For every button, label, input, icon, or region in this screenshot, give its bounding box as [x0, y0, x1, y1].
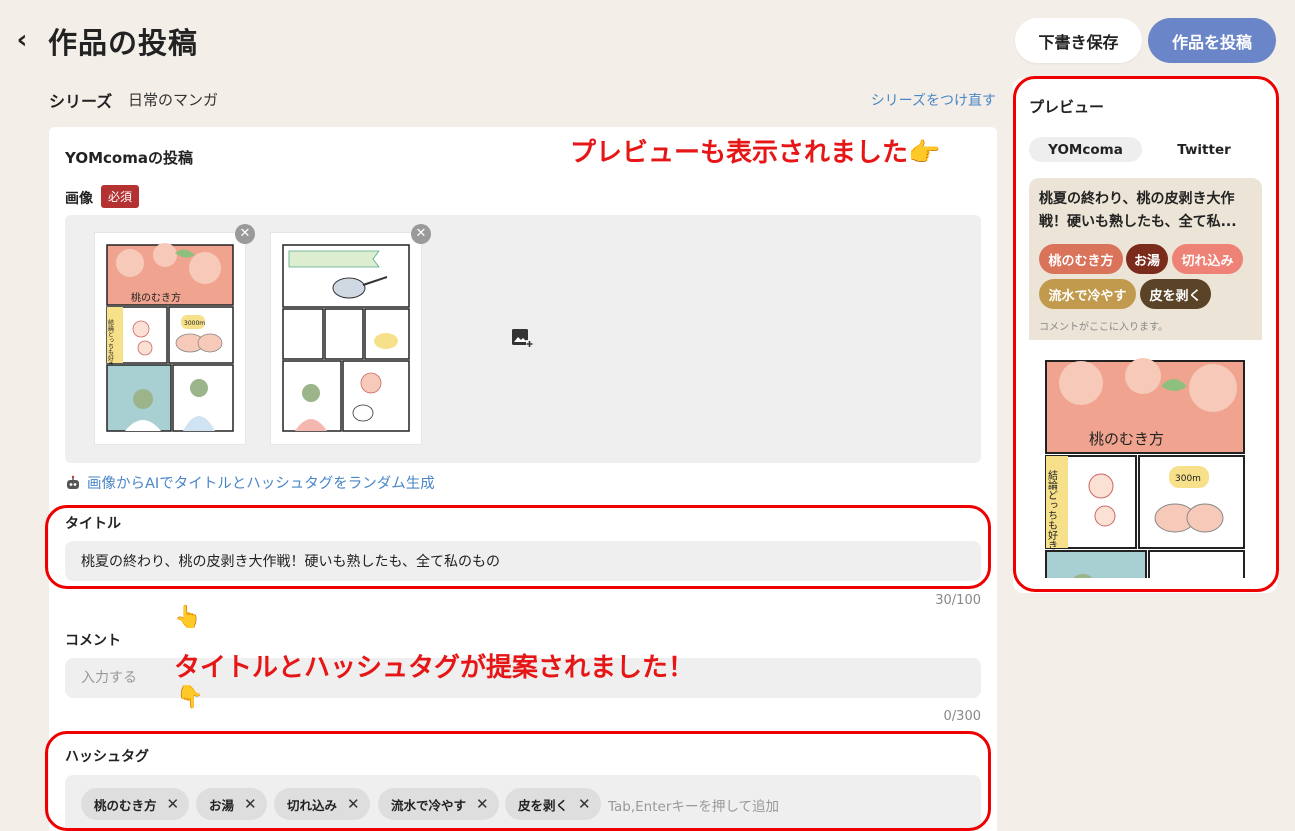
series-label: シリーズ — [49, 92, 113, 111]
preview-text: 桃夏の終わり、桃の皮剥き大作戦！硬いも熟したも、全て私... — [1039, 191, 1237, 230]
hashtag-chip-label: お湯 — [209, 797, 235, 813]
image-upload-area[interactable]: 桃のむき方 結論どっちも好き 3000m ✕ ✕ — [65, 215, 981, 463]
preview-tag: 流水で冷やす — [1039, 279, 1136, 309]
chevron-left-icon: ‹ — [16, 25, 28, 55]
image-label: 画像 — [65, 191, 93, 207]
preview-tag: 桃のむき方 — [1039, 244, 1123, 274]
close-icon: ✕ — [239, 226, 251, 241]
thumb1-title: 桃のむき方 — [131, 291, 181, 304]
card-title: YOMcomaの投稿 — [65, 149, 193, 167]
hashtag-chip: 流水で冷やす ✕ — [378, 788, 499, 820]
series-value: 日常のマンガ — [128, 91, 219, 109]
preview-annotation-text: プレビューも表示されました👉 — [570, 138, 941, 168]
preview-image-note: 300m — [1175, 474, 1201, 484]
ai-generate-link[interactable]: 画像からAIでタイトルとハッシュタグをランダム生成 — [65, 472, 435, 493]
hashtag-chip: 桃のむき方 ✕ — [81, 788, 190, 820]
ai-generate-label: 画像からAIでタイトルとハッシュタグをランダム生成 — [87, 476, 435, 492]
robot-icon — [67, 475, 79, 489]
pointing-up-icon: 👆 — [174, 605, 202, 630]
required-badge: 必須 — [101, 185, 140, 208]
hashtag-input-area[interactable]: 桃のむき方 ✕ お湯 ✕ 切れ込み ✕ 流水で冷やす ✕ 皮を剥く ✕ Tab,… — [65, 775, 981, 831]
close-icon[interactable]: ✕ — [347, 795, 360, 813]
page-title: 作品の投稿 — [48, 26, 199, 60]
title-label: タイトル — [65, 516, 121, 532]
comment-char-count: 0/300 — [943, 709, 981, 724]
add-image-icon[interactable] — [511, 327, 533, 349]
hashtag-chip: 皮を剥く ✕ — [505, 788, 601, 820]
preview-comment-placeholder: コメントがここに入ります。 — [1039, 322, 1168, 333]
remove-image-2-button[interactable]: ✕ — [411, 224, 431, 244]
hashtag-chip-label: 切れ込み — [287, 797, 338, 813]
hashtag-chip-label: 皮を剥く — [518, 797, 569, 813]
back-button[interactable]: ‹ — [10, 25, 34, 55]
close-icon: ✕ — [415, 226, 427, 241]
hashtag-chip-label: 桃のむき方 — [94, 797, 157, 813]
close-icon[interactable]: ✕ — [244, 795, 257, 813]
close-icon[interactable]: ✕ — [476, 795, 489, 813]
remove-image-1-button[interactable]: ✕ — [235, 224, 255, 244]
preview-tag: 皮を剥く — [1140, 279, 1211, 309]
post-form-card: YOMcomaの投稿 画像 必須 桃のむき方 結論どっちも好き 3000m ✕ … — [49, 127, 997, 831]
suggest-annotation-text: タイトルとハッシュタグが提案されました！ — [174, 653, 695, 683]
preview-tag: 切れ込み — [1172, 244, 1243, 274]
tab-yomcoma[interactable]: YOMcoma — [1029, 137, 1142, 162]
manga-thumbnail-1[interactable]: 桃のむき方 結論どっちも好き 3000m — [95, 233, 245, 444]
hashtag-chip-label: 流水で冷やす — [391, 797, 467, 813]
hashtag-placeholder[interactable]: Tab,Enterキーを押して追加 — [608, 795, 779, 815]
preview-panel: プレビュー YOMcoma Twitter 桃夏の終わり、桃の皮剥き大作戦！硬い… — [1013, 78, 1277, 593]
preview-tag: お湯 — [1126, 244, 1168, 274]
manga-page-image-preview: 桃のむき方 結論どっちも好き 300m — [1043, 358, 1247, 578]
preview-manga-image: 桃のむき方 結論どっちも好き 300m — [1043, 358, 1247, 578]
title-char-count: 30/100 — [935, 593, 981, 608]
reassign-series-link[interactable]: シリーズをつけ直す — [871, 90, 996, 110]
thumb1-note: 3000m — [184, 320, 205, 327]
hashtag-label: ハッシュタグ — [65, 749, 149, 765]
preview-image-title: 桃のむき方 — [1089, 430, 1164, 448]
manga-thumbnail-2[interactable] — [271, 233, 421, 444]
post-button[interactable]: 作品を投稿 — [1148, 18, 1276, 63]
pointing-down-icon: 👇 — [176, 685, 204, 710]
save-draft-button[interactable]: 下書き保存 — [1015, 18, 1142, 63]
hashtag-chip: 切れ込み ✕ — [274, 788, 370, 820]
hashtag-chip: お湯 ✕ — [196, 788, 267, 820]
preview-title: プレビュー — [1029, 98, 1105, 116]
comment-label: コメント — [65, 633, 121, 649]
tab-twitter[interactable]: Twitter — [1147, 137, 1261, 162]
close-icon[interactable]: ✕ — [167, 795, 180, 813]
thumb1-side-text: 結論どっちも好き — [107, 318, 114, 367]
title-input[interactable] — [65, 541, 981, 581]
manga-page-image-1: 桃のむき方 結論どっちも好き 3000m — [106, 243, 234, 432]
preview-card: 桃夏の終わり、桃の皮剥き大作戦！硬いも熟したも、全て私... 桃のむき方 お湯 … — [1029, 178, 1262, 340]
close-icon[interactable]: ✕ — [578, 795, 591, 813]
manga-page-image-2 — [282, 244, 410, 432]
preview-image-side: 結論どっちも好き — [1046, 469, 1058, 550]
